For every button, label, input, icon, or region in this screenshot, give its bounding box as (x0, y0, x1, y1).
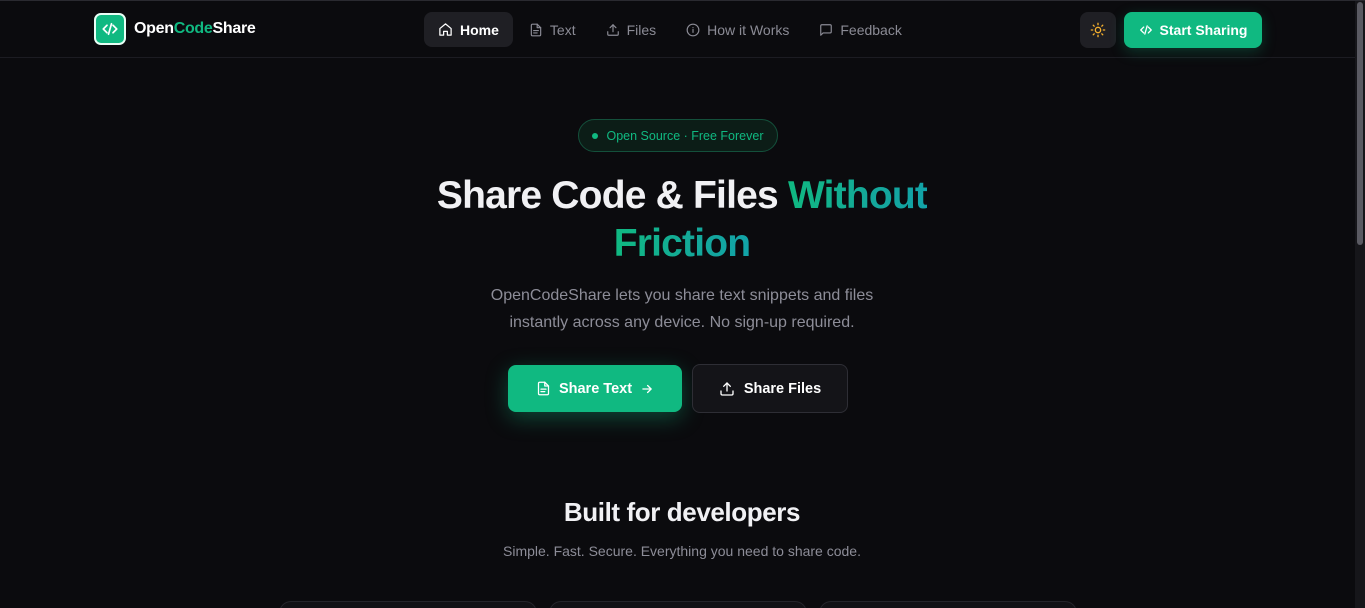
hero-subtitle-line1: OpenCodeShare lets you share text snippe… (490, 287, 874, 304)
share-files-button[interactable]: Share Files (692, 364, 848, 413)
open-source-badge: Open Source · Free Forever (578, 119, 778, 152)
share-text-button[interactable]: Share Text (508, 365, 682, 412)
feature-card (819, 601, 1077, 608)
feature-card (549, 601, 807, 608)
brand-logo[interactable]: OpenCodeShare (94, 13, 256, 45)
hero-title: Share Code & Files Without Friction (332, 172, 1032, 268)
share-files-label: Share Files (743, 380, 822, 397)
message-icon (820, 23, 833, 36)
start-sharing-label: Start Sharing (1159, 22, 1248, 38)
hero-subtitle: OpenCodeShare lets you share text snippe… (432, 282, 932, 336)
nav-home[interactable]: Home (424, 12, 513, 47)
brand-name: OpenCodeShare (134, 20, 256, 37)
file-text-icon (530, 23, 542, 36)
top-navbar: OpenCodeShare Home Text Files How it Wor… (0, 1, 1355, 58)
nav-how-it-works[interactable]: How it Works (672, 12, 803, 47)
nav-files[interactable]: Files (592, 12, 671, 47)
hero-title-highlight-2: Friction (613, 222, 751, 265)
code-icon (1139, 25, 1152, 35)
sun-icon (1090, 22, 1106, 38)
start-sharing-button[interactable]: Start Sharing (1124, 12, 1262, 48)
main-nav: Home Text Files How it Works Feedback (424, 12, 916, 47)
nav-feedback[interactable]: Feedback (805, 12, 915, 47)
badge-dot (592, 132, 599, 139)
features-title: Built for developers (563, 497, 801, 527)
nav-home-label: Home (460, 21, 499, 38)
nav-text[interactable]: Text (515, 12, 590, 47)
code-icon (94, 13, 126, 45)
hero-title-highlight-1: Without (787, 174, 928, 217)
hero-subtitle-line2: instantly across any device. No sign-up … (509, 314, 855, 331)
feature-card (279, 601, 537, 608)
nav-text-label: Text (549, 21, 576, 38)
arrow-right-icon (642, 384, 652, 393)
upload-icon (720, 381, 734, 396)
hero-title-plain: Share Code & Files (436, 174, 788, 217)
badge-label: Open Source · Free Forever (606, 128, 764, 143)
share-text-label: Share Text (558, 380, 633, 397)
scrollbar-thumb[interactable] (1357, 2, 1363, 245)
features-subtitle: Simple. Fast. Secure. Everything you nee… (503, 543, 861, 559)
nav-feedback-label: Feedback (840, 21, 902, 38)
nav-files-label: Files (626, 21, 657, 38)
info-icon (686, 23, 700, 36)
file-text-icon (537, 381, 550, 396)
home-icon (439, 23, 452, 36)
nav-how-it-works-label: How it Works (707, 21, 790, 38)
upload-icon (606, 23, 619, 36)
theme-toggle-button[interactable] (1080, 12, 1116, 48)
